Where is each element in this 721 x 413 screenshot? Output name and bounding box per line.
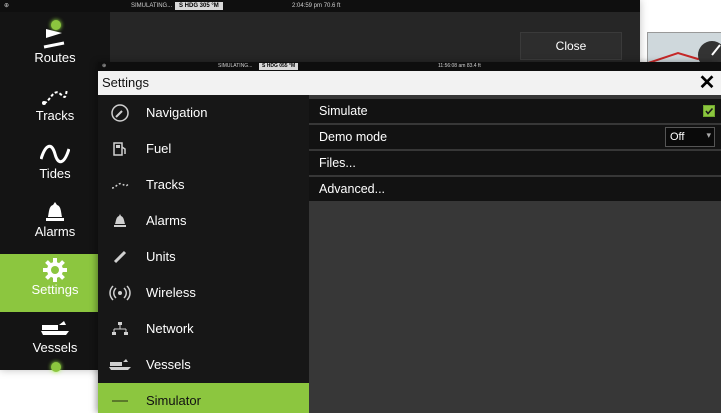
menu-item-label: Network — [146, 321, 194, 336]
time-depth-readout: 2:04:59 pm 70.6 ft — [292, 3, 341, 9]
globe-icon: ⊕ — [102, 63, 107, 69]
menu-item-label: Wireless — [146, 285, 196, 300]
settings-title-bar: Settings ✕ — [98, 71, 721, 95]
option-label: Files... — [319, 156, 356, 170]
menu-item-wireless[interactable]: Wireless — [98, 275, 309, 311]
gear-icon — [40, 258, 70, 282]
sidebar-item-routes[interactable]: Routes — [0, 22, 110, 80]
simulating-indicator: SIMULATING... — [218, 63, 253, 69]
menu-item-units[interactable]: Units — [98, 239, 309, 275]
menu-item-label: Vessels — [146, 357, 191, 372]
vessel-icon — [108, 353, 132, 377]
compass-icon — [108, 101, 132, 125]
option-label: Simulate — [319, 104, 368, 118]
simulating-indicator: SIMULATING... — [131, 3, 173, 9]
demo-mode-select[interactable]: Off ▾ — [665, 127, 715, 147]
sidebar-item-label: Tracks — [35, 108, 75, 123]
network-icon — [108, 317, 132, 341]
sidebar-item-label: Routes — [34, 50, 76, 65]
menu-item-network[interactable]: Network — [98, 311, 309, 347]
dropdown-caret-icon: ▾ — [706, 130, 711, 140]
track-icon — [40, 84, 70, 108]
option-label: Advanced... — [319, 182, 386, 196]
sidebar-item-alarms[interactable]: Alarms — [0, 196, 110, 254]
settings-menu: Navigation Fuel Tracks Alarms Units Wire… — [98, 95, 309, 413]
option-simulate[interactable]: Simulate — [309, 99, 721, 123]
menu-item-label: Tracks — [146, 177, 185, 192]
back-sidebar: Routes Tracks Tides Alarms Settings Vess… — [0, 12, 110, 372]
wireless-icon — [108, 281, 132, 305]
demo-mode-value: Off — [670, 131, 685, 143]
dialog-title: Settings — [102, 75, 149, 90]
close-icon[interactable]: ✕ — [697, 73, 717, 93]
back-status-bar: ⊕ SIMULATING... S HDG 305 °M 2:04:59 pm … — [0, 0, 640, 12]
sidebar-item-label: Alarms — [34, 224, 76, 239]
menu-item-alarms[interactable]: Alarms — [98, 203, 309, 239]
sidebar-item-label: Tides — [39, 166, 71, 181]
vessel-icon — [40, 316, 70, 340]
settings-status-bar: ⊕ SIMULATING... S HDG 055 °M 11:56:08 am… — [98, 62, 721, 71]
option-demo-mode[interactable]: Demo mode Off ▾ — [309, 125, 721, 149]
option-label: Demo mode — [319, 130, 388, 144]
track-icon — [108, 173, 132, 197]
option-advanced[interactable]: Advanced... — [309, 177, 721, 201]
alarm-bell-icon — [108, 209, 132, 233]
ruler-icon — [108, 245, 132, 269]
menu-item-navigation[interactable]: Navigation — [98, 95, 309, 131]
sidebar-item-label: Vessels — [32, 340, 78, 355]
time-depth-readout: 11:56:08 am 83.4 ft — [438, 63, 481, 69]
tide-wave-icon — [40, 142, 70, 166]
menu-item-label: Simulator — [146, 393, 201, 408]
route-flag-icon — [40, 26, 70, 50]
settings-dialog: ⊕ SIMULATING... S HDG 055 °M 11:56:08 am… — [98, 62, 721, 413]
sidebar-item-settings[interactable]: Settings — [0, 254, 110, 312]
simulate-checkbox[interactable] — [703, 105, 715, 117]
sidebar-item-tracks[interactable]: Tracks — [0, 80, 110, 138]
heading-badge: S HDG 055 °M — [259, 63, 299, 70]
menu-item-label: Alarms — [146, 213, 187, 228]
menu-item-label: Navigation — [146, 105, 208, 120]
close-button[interactable]: Close — [520, 32, 622, 60]
sidebar-item-tides[interactable]: Tides — [0, 138, 110, 196]
simulator-icon — [108, 389, 132, 413]
menu-item-vessels[interactable]: Vessels — [98, 347, 309, 383]
scroll-down-indicator[interactable] — [51, 362, 61, 372]
globe-icon: ⊕ — [4, 3, 10, 9]
heading-badge: S HDG 305 °M — [175, 2, 223, 10]
menu-item-label: Units — [146, 249, 176, 264]
menu-item-fuel[interactable]: Fuel — [98, 131, 309, 167]
sidebar-item-label: Settings — [31, 282, 79, 297]
menu-item-label: Fuel — [146, 141, 172, 156]
simulator-options-panel: Simulate Demo mode Off ▾ Files... Advanc… — [309, 95, 721, 413]
menu-item-tracks[interactable]: Tracks — [98, 167, 309, 203]
option-files[interactable]: Files... — [309, 151, 721, 175]
menu-item-simulator[interactable]: Simulator — [98, 383, 309, 413]
alarm-bell-icon — [40, 200, 70, 224]
fuel-pump-icon — [108, 137, 132, 161]
